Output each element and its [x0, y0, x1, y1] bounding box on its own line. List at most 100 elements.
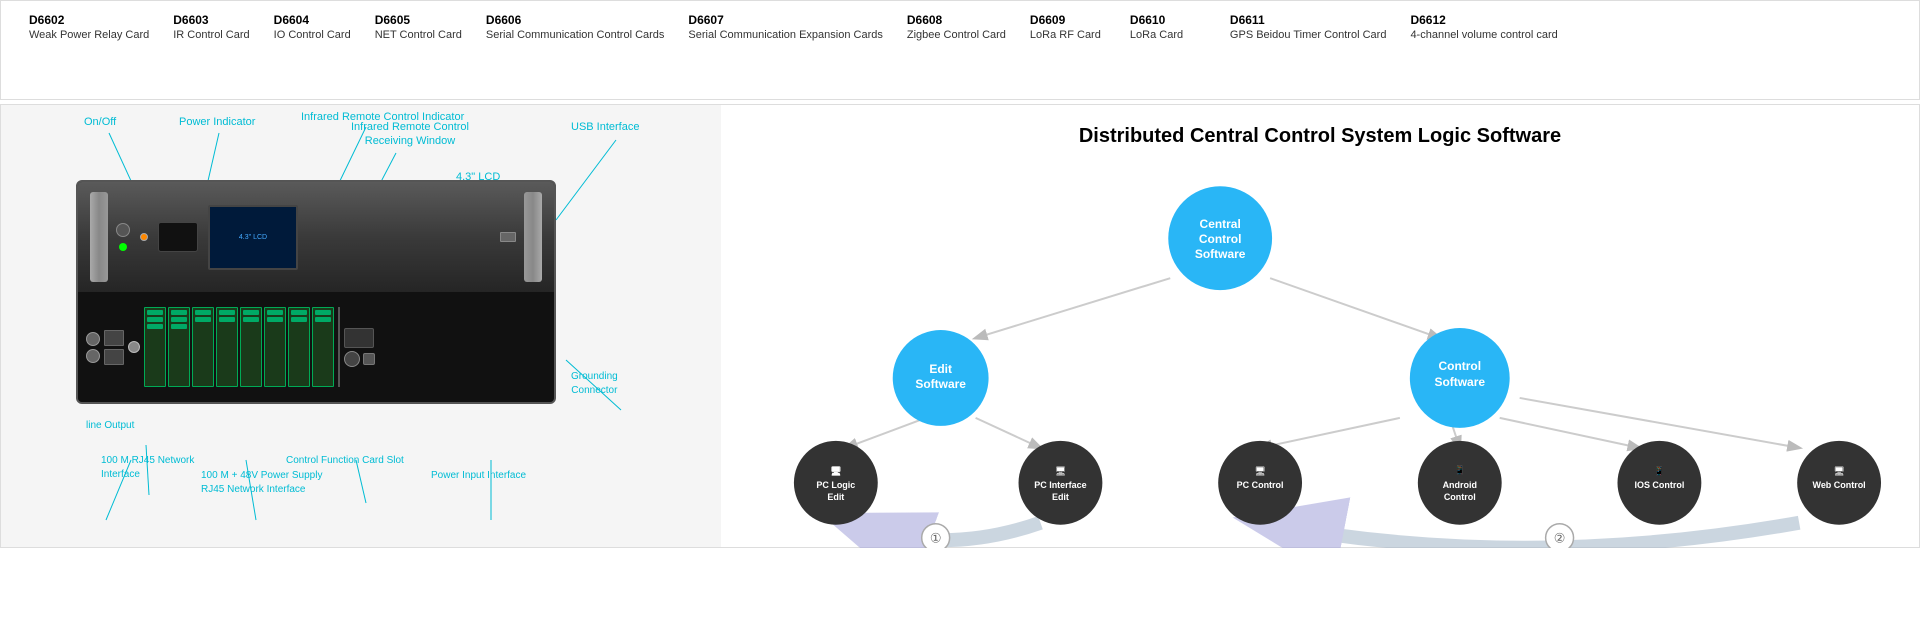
model-label: D6611: [1230, 13, 1387, 27]
svg-text:①: ①: [930, 531, 942, 546]
svg-text:🖥: 🖥: [830, 466, 841, 476]
table-row: D6611 GPS Beidou Timer Control Card: [1218, 9, 1399, 45]
svg-text:📱: 📱: [1454, 464, 1465, 475]
card-slots: [144, 307, 334, 387]
model-label: D6606: [486, 13, 665, 27]
svg-text:IOS Control: IOS Control: [1634, 480, 1684, 490]
ground-connector: [344, 351, 360, 367]
svg-text:Edit: Edit: [929, 362, 952, 376]
line-output-label: line Output: [86, 419, 134, 432]
svg-text:Software: Software: [1434, 375, 1485, 389]
control-card-slot-label: Control Function Card Slot: [286, 454, 404, 467]
usb-label: USB Interface: [571, 120, 639, 134]
table-row: D6609 LoRa RF Card: [1018, 9, 1118, 45]
middle-section: On/Off Power Indicator Infrared Remote C…: [0, 104, 1920, 548]
power-switch[interactable]: [363, 353, 375, 365]
front-panel: 4.3" LCD: [76, 180, 556, 404]
power-indicator-label: Power Indicator: [179, 115, 255, 129]
table-row: D6607 Serial Communication Expansion Car…: [676, 9, 894, 45]
table-row: D6604 IO Control Card: [262, 9, 363, 45]
power-section: [344, 328, 375, 367]
svg-text:②: ②: [1554, 531, 1566, 546]
model-label: D6608: [907, 13, 1006, 27]
svg-text:Software: Software: [915, 377, 966, 391]
table-row: D6610 LoRa Card: [1118, 9, 1218, 45]
network-ports: [104, 330, 124, 365]
hardware-device: 4.3" LCD: [76, 180, 556, 404]
card-desc: GPS Beidou Timer Control Card: [1230, 29, 1387, 41]
rj45-port-1[interactable]: [104, 330, 124, 346]
svg-text:Edit: Edit: [827, 492, 844, 502]
svg-text:Software: Software: [1195, 247, 1246, 261]
svg-text:Web Control: Web Control: [1813, 480, 1866, 490]
on-off-label: On/Off: [84, 115, 116, 129]
svg-text:Android: Android: [1443, 480, 1477, 490]
model-label: D6605: [375, 13, 462, 27]
model-label: D6604: [274, 13, 351, 27]
card-desc: Serial Communication Control Cards: [486, 29, 665, 41]
card-desc: 4-channel volume control card: [1410, 29, 1557, 41]
audio-out-2: [86, 349, 100, 363]
card-desc: NET Control Card: [375, 29, 462, 41]
logic-diagram-area: Central Control Software Edit Software C…: [741, 178, 1899, 548]
lcd-text: 4.3" LCD: [239, 234, 267, 241]
rj45-network-label: 100 M RJ45 NetworkInterface: [101, 454, 194, 482]
right-logic-diagram: Distributed Central Control System Logic…: [721, 105, 1919, 547]
card-desc: LoRa RF Card: [1030, 29, 1106, 41]
model-label: D6612: [1410, 13, 1557, 27]
table-row: D6602 Weak Power Relay Card: [17, 9, 161, 45]
card-slot-1: [144, 307, 166, 387]
table-row: D6612 4-channel volume control card: [1398, 9, 1569, 45]
model-label: D6603: [173, 13, 249, 27]
card-desc: Zigbee Control Card: [907, 29, 1006, 41]
card-desc: Serial Communication Expansion Cards: [688, 29, 882, 41]
left-hardware-diagram: On/Off Power Indicator Infrared Remote C…: [1, 105, 721, 547]
power-led: [119, 243, 127, 251]
card-slot-6: [264, 307, 286, 387]
top-table-section: D6602 Weak Power Relay Card D6603 IR Con…: [0, 0, 1920, 100]
card-model-table: D6602 Weak Power Relay Card D6603 IR Con…: [17, 9, 1570, 45]
card-slot-7: [288, 307, 310, 387]
left-handle: [90, 192, 108, 282]
audio-outputs: [86, 332, 100, 363]
card-slot-8: [312, 307, 334, 387]
rj45-port-2[interactable]: [104, 349, 124, 365]
table-row: D6605 NET Control Card: [363, 9, 474, 45]
svg-text:PC Logic: PC Logic: [816, 480, 855, 490]
usb-port[interactable]: [500, 232, 516, 242]
power-input-label: Power Input Interface: [431, 469, 526, 482]
card-desc: LoRa Card: [1130, 29, 1206, 41]
divider: [338, 307, 340, 387]
svg-text:PC Interface: PC Interface: [1034, 480, 1086, 490]
table-row: D6608 Zigbee Control Card: [895, 9, 1018, 45]
model-label: D6607: [688, 13, 882, 27]
table-row: D6606 Serial Communication Control Cards: [474, 9, 677, 45]
lcd-display: 4.3" LCD: [208, 205, 298, 270]
table-row: D6603 IR Control Card: [161, 9, 261, 45]
diagram-svg: Central Control Software Edit Software C…: [741, 178, 1899, 548]
panel-bottom: [78, 292, 554, 402]
model-label: D6609: [1030, 13, 1106, 27]
ir-window-label: Infrared Remote ControlReceiving Window: [351, 120, 469, 149]
power-supply-rj45-label: 100 M + 48V Power SupplyRJ45 Network Int…: [201, 469, 322, 497]
card-slot-3: [192, 307, 214, 387]
diagram-title: Distributed Central Control System Logic…: [741, 125, 1899, 148]
card-slot-4: [216, 307, 238, 387]
svg-text:🖥: 🖥: [1254, 466, 1265, 476]
indicator-led-2: [140, 233, 148, 241]
audio-out-1: [86, 332, 100, 346]
svg-text:Control: Control: [1199, 232, 1242, 246]
svg-text:Control: Control: [1444, 492, 1476, 502]
svg-text:🖥: 🖥: [1833, 466, 1844, 476]
antenna-port: [128, 341, 140, 353]
svg-text:PC Control: PC Control: [1237, 480, 1284, 490]
power-button[interactable]: [116, 223, 130, 237]
svg-text:Control: Control: [1438, 359, 1481, 373]
right-handle: [524, 192, 542, 282]
model-label: D6610: [1130, 13, 1206, 27]
svg-text:🖥: 🖥: [1055, 466, 1066, 476]
card-slot-2: [168, 307, 190, 387]
card-desc: Weak Power Relay Card: [29, 29, 149, 41]
card-desc: IO Control Card: [274, 29, 351, 41]
usb-area: [500, 232, 516, 242]
